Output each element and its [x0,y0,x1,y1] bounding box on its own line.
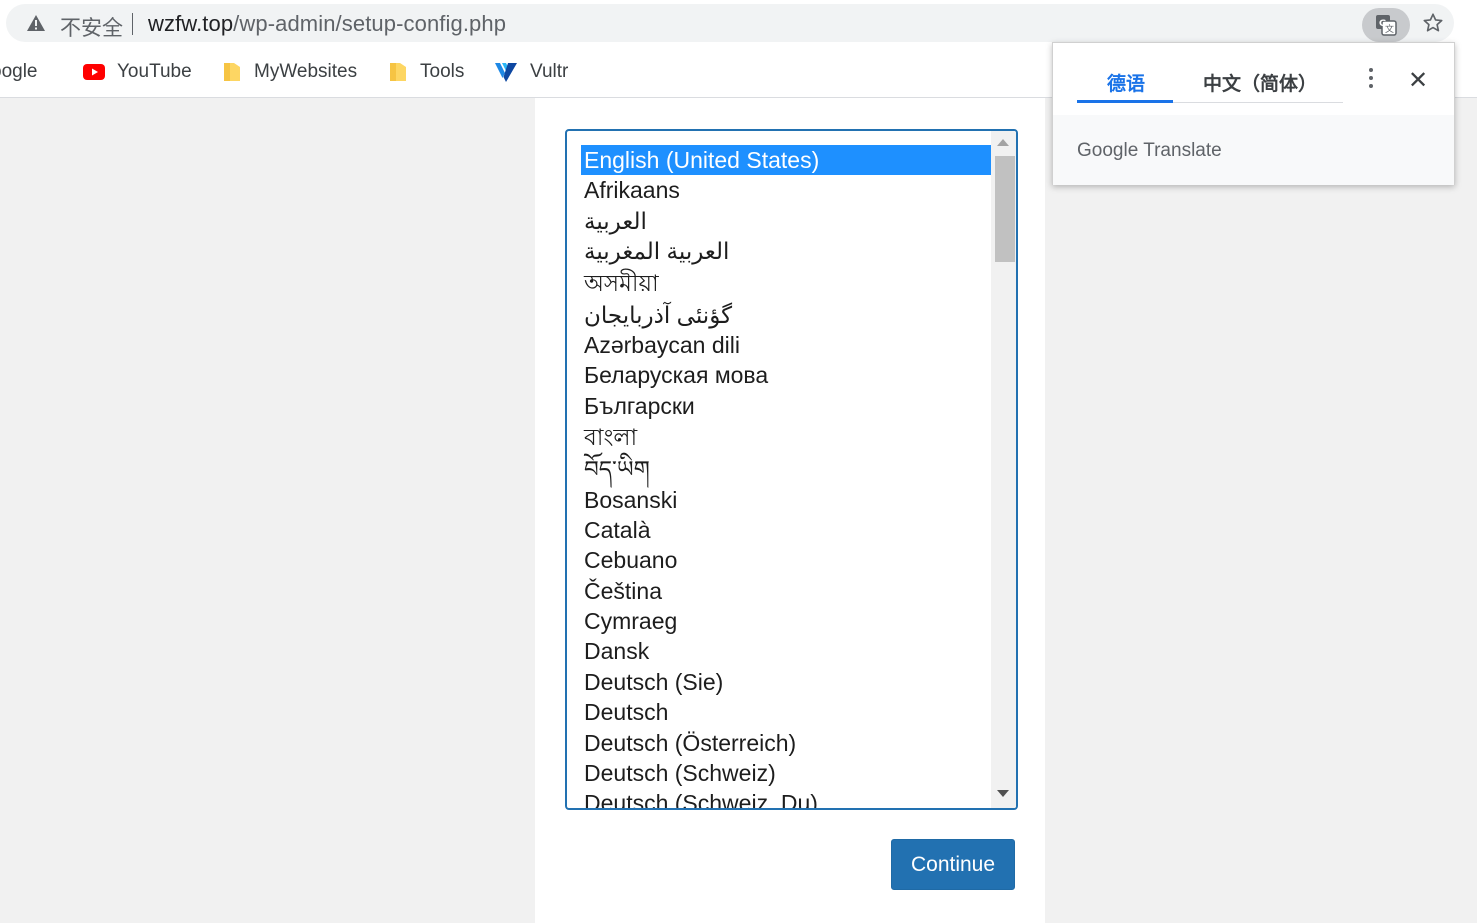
scroll-up-arrow-icon[interactable] [997,139,1009,146]
translate-popup: 德语 中文（简体） ✕ Google Translate [1052,42,1455,185]
bookmark-tools[interactable]: Tools [388,59,464,85]
url-separator [132,13,133,35]
language-option[interactable]: Deutsch (Sie) [581,667,994,697]
continue-button[interactable]: Continue [891,839,1015,890]
language-option[interactable]: Cebuano [581,545,994,575]
translate-icon: G 文 [1376,15,1397,36]
language-option[interactable]: Cymraeg [581,606,994,636]
translate-language-tabs: 德语 中文（简体） [1077,65,1343,103]
language-option[interactable]: Bosanski [581,485,994,515]
language-option[interactable]: Deutsch (Österreich) [581,728,994,758]
bookmark-vultr[interactable]: Vultr [494,59,568,85]
language-option[interactable]: Azərbaycan dili [581,330,994,360]
translate-popup-footer: Google Translate [1053,115,1454,185]
youtube-icon [83,64,105,80]
language-option[interactable]: Deutsch (Schweiz) [581,758,994,788]
bookmark-mywebsites[interactable]: MyWebsites [222,59,357,85]
scroll-down-arrow-icon[interactable] [997,790,1009,797]
bookmark-google[interactable]: oogle [0,59,38,85]
language-select[interactable]: English (United States) Afrikaans العربي… [565,129,1018,810]
url-text[interactable]: wzfw.top/wp-admin/setup-config.php [148,11,506,37]
warning-icon[interactable] [26,14,46,32]
url-path: /wp-admin/setup-config.php [233,11,507,36]
language-option[interactable]: Català [581,515,994,545]
language-option[interactable]: گؤنئی آذربایجان [581,300,994,330]
language-option[interactable]: Deutsch [581,697,994,727]
language-option[interactable]: العربية [581,206,994,236]
security-status-label[interactable]: 不安全 [60,12,123,42]
language-option[interactable]: অসমীয়া [581,267,994,300]
scrollbar-thumb[interactable] [995,156,1015,262]
language-option[interactable]: বাংলা [581,421,994,454]
language-options: English (United States) Afrikaans العربي… [581,145,994,808]
bookmark-label: Vultr [530,61,569,82]
bookmark-label: Tools [420,61,465,82]
bookmark-label: MyWebsites [254,61,358,82]
language-option[interactable]: Afrikaans [581,175,994,205]
language-option[interactable]: العربية المغربية [581,236,994,266]
folder-icon [390,63,406,81]
bookmark-youtube[interactable]: YouTube [83,59,192,85]
active-tab-indicator [1077,100,1173,103]
address-bar[interactable]: 不安全 wzfw.top/wp-admin/setup-config.php G… [6,4,1454,42]
url-host: wzfw.top [148,11,234,36]
scrollbar[interactable] [991,131,1016,808]
language-option[interactable]: English (United States) [581,145,994,176]
google-translate-brand: Google Translate [1077,140,1222,161]
folder-icon [224,63,240,81]
close-icon[interactable]: ✕ [1408,66,1428,95]
language-option[interactable]: Български [581,391,994,421]
language-option[interactable]: Deutsch (Schweiz, Du) [581,788,994,808]
language-option[interactable]: Čeština [581,576,994,606]
vultr-icon [495,63,517,82]
tab-target-language[interactable]: 中文（简体） [1203,69,1317,96]
bookmark-star-icon[interactable] [1422,12,1444,34]
language-option[interactable]: Беларуская мова [581,360,994,390]
more-options-icon[interactable] [1368,68,1374,88]
translate-page-button[interactable]: G 文 [1362,8,1410,42]
tab-source-language[interactable]: 德语 [1107,69,1145,96]
browser-toolbar: 不安全 wzfw.top/wp-admin/setup-config.php G… [0,0,1477,46]
bookmark-label: YouTube [117,61,192,82]
language-option[interactable]: Dansk [581,636,994,666]
language-option[interactable]: བོད་ཡིག [581,454,994,484]
bookmark-label: oogle [0,61,38,82]
svg-text:文: 文 [1385,23,1394,35]
